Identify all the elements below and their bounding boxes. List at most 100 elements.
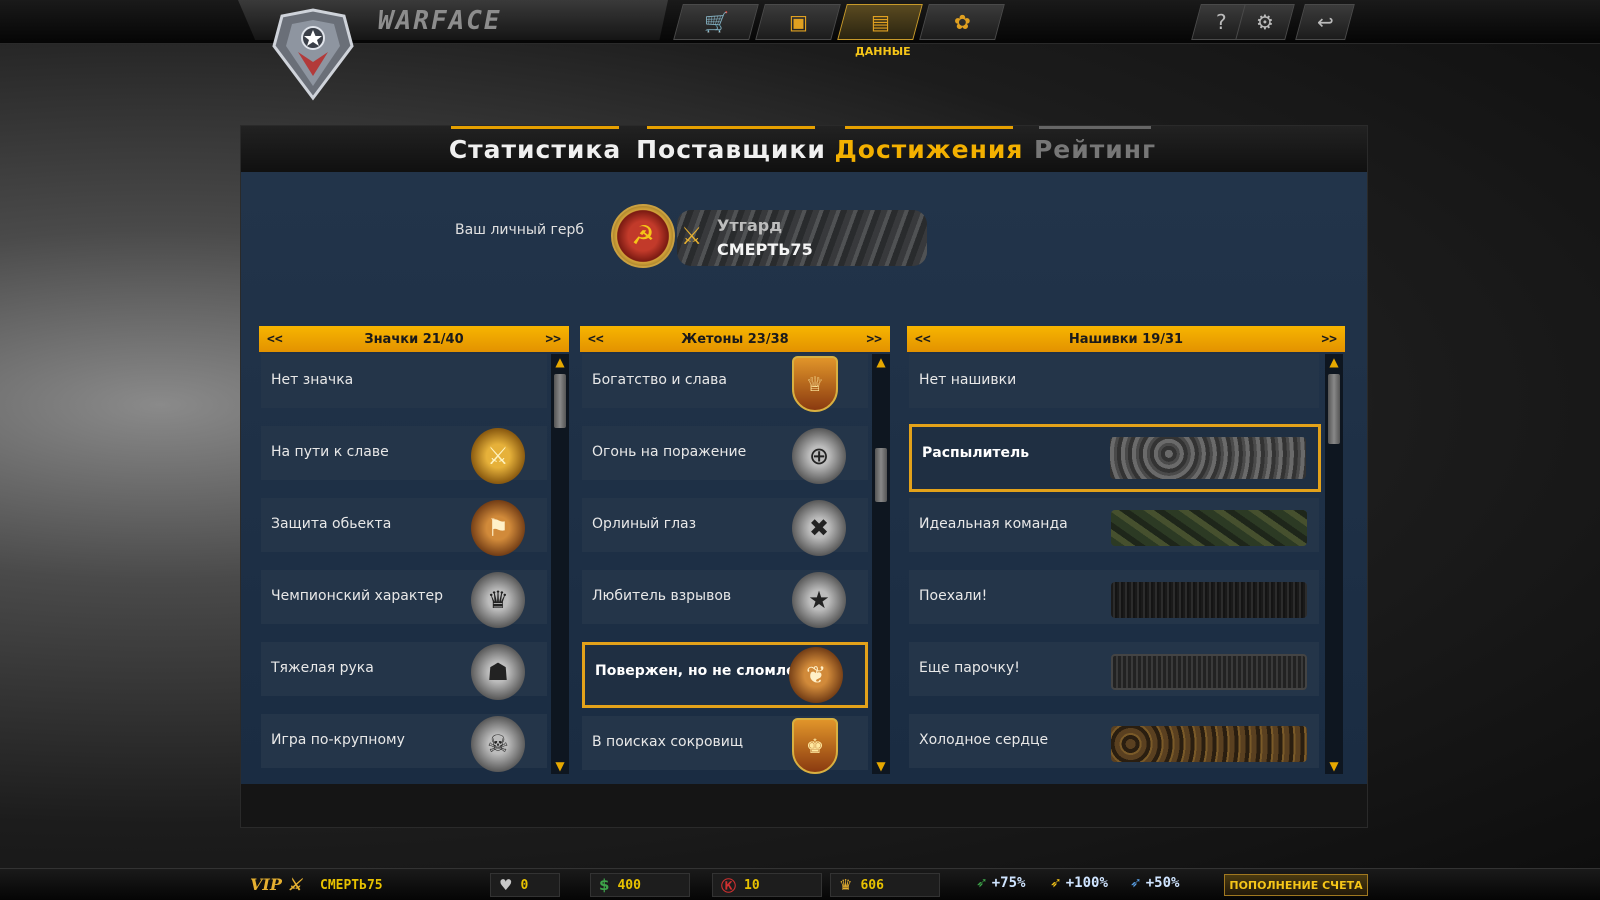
vip-badge: VIP ⚔ [250, 875, 302, 894]
xp-bonus-value: +75% [991, 875, 1026, 891]
scroll-up-icon[interactable]: ▲ [553, 356, 567, 368]
item-name: Тяжелая рука [271, 660, 374, 676]
heart-shield-icon: ♥ [499, 876, 513, 894]
metal-stripe-icon [1111, 654, 1307, 690]
list-item[interactable]: Любитель взрывов ★ [582, 570, 868, 628]
item-name: Повержен, но не сломлен [595, 663, 806, 679]
tab-bar: Статистика Поставщики Достижения Рейтинг [241, 126, 1367, 172]
active-section-label: ДАННЫЕ [855, 45, 911, 58]
exit-button[interactable]: ↩ [1295, 4, 1355, 40]
badges-header: << Значки 21/40 >> [259, 326, 569, 352]
money-value: 400 [617, 877, 641, 893]
scroll-thumb[interactable] [554, 374, 566, 428]
medals-value: 0 [520, 877, 529, 893]
data-button[interactable]: ▤ [837, 4, 923, 40]
item-name: Защита обьекта [271, 516, 392, 532]
xp-bonus: ➶ +75% [976, 875, 1025, 891]
medals-counter: ♥ 0 [490, 873, 560, 897]
crossed-swords-icon: ⚔ [681, 222, 703, 250]
badges-title: Значки 21/40 [364, 331, 464, 347]
money-counter: $ 400 [590, 873, 690, 897]
crosshair-icon: ⊕ [792, 428, 846, 484]
stripes-prev-button[interactable]: << [915, 332, 931, 347]
scroll-up-icon[interactable]: ▲ [874, 356, 888, 368]
item-name: Нет значка [271, 372, 354, 388]
list-item[interactable]: Игра по-крупному ☠ [261, 714, 547, 772]
list-item[interactable]: Идеальная команда [909, 498, 1319, 552]
stripes-next-button[interactable]: >> [1321, 332, 1337, 347]
list-item[interactable]: В поисках сокровищ ♚ [582, 716, 868, 774]
list-item[interactable]: Поехали! [909, 570, 1319, 624]
shop-button[interactable]: 🛒 [673, 4, 759, 40]
vp-arrow-icon: ➶ [1130, 875, 1142, 891]
tokens-title: Жетоны 23/38 [681, 331, 789, 347]
scroll-thumb[interactable] [1328, 374, 1340, 444]
stripes-column: << Нашивки 19/31 >> Нет нашивки Распылит… [907, 326, 1347, 786]
badges-column: << Значки 21/40 >> Нет значка На пути к … [259, 326, 569, 786]
hammer-sickle-badge-icon: ☭ [611, 204, 675, 268]
item-name: Огонь на поражение [592, 444, 747, 460]
badges-list: Нет значка На пути к славе ⚔ Защита обье… [259, 354, 549, 774]
tokens-prev-button[interactable]: << [588, 332, 604, 347]
crown-icon: ♛ [839, 876, 853, 894]
flower-icon: ✿ [953, 10, 971, 34]
list-item[interactable]: Защита обьекта ⚑ [261, 498, 547, 556]
asphalt-stripe-icon [1111, 582, 1307, 618]
lions-sword-icon: ⚔ [471, 428, 525, 484]
stripes-header: << Нашивки 19/31 >> [907, 326, 1345, 352]
list-item[interactable]: Богатство и слава ♕ [582, 354, 868, 412]
settings-button[interactable]: ⚙ [1235, 4, 1295, 40]
item-name: Игра по-крупному [271, 732, 405, 748]
tokens-column: << Жетоны 23/38 >> Богатство и слава ♕ О… [580, 326, 890, 786]
xp-arrow-icon: ➶ [976, 875, 988, 891]
tokens-next-button[interactable]: >> [866, 332, 882, 347]
inventory-button[interactable]: ▣ [755, 4, 841, 40]
player-nick-text: СМЕРТЬ75 [320, 877, 383, 893]
trophy-icon: ♛ [471, 572, 525, 628]
badges-prev-button[interactable]: << [267, 332, 283, 347]
clan-button[interactable]: ✿ [919, 4, 1005, 40]
badges-next-button[interactable]: >> [545, 332, 561, 347]
tab-achievements[interactable]: Достижения [835, 126, 1022, 170]
crest-nickname: СМЕРТЬ75 [717, 240, 813, 259]
rock-stripe-icon [1110, 437, 1306, 479]
list-item[interactable]: Еще парочку! [909, 642, 1319, 696]
list-item[interactable]: Холодное сердце [909, 714, 1319, 768]
vp-bonus: ➶ +50% [1130, 875, 1179, 891]
badges-scrollbar[interactable]: ▲ ▼ [551, 354, 569, 774]
item-name: В поисках сокровищ [592, 734, 744, 750]
personal-crest: ☭ ⚔ Утгард СМЕРТЬ75 [611, 200, 931, 272]
crossed-medal-icon: ✖ [792, 500, 846, 556]
dollar-icon: $ [599, 876, 610, 894]
list-item[interactable]: На пути к славе ⚔ [261, 426, 547, 484]
scroll-down-icon[interactable]: ▼ [874, 760, 888, 772]
tokens-scrollbar[interactable]: ▲ ▼ [872, 354, 890, 774]
scroll-thumb[interactable] [875, 448, 887, 502]
crowned-shield-icon: ♕ [792, 356, 838, 412]
tokens-header: << Жетоны 23/38 >> [580, 326, 890, 352]
tab-statistics[interactable]: Статистика [449, 126, 620, 170]
list-item-selected[interactable]: Распылитель [909, 424, 1321, 492]
scroll-down-icon[interactable]: ▼ [1327, 760, 1341, 772]
list-item[interactable]: Чемпионский характер ♛ [261, 570, 547, 628]
tab-suppliers[interactable]: Поставщики [636, 126, 825, 170]
list-item[interactable]: Огонь на поражение ⊕ [582, 426, 868, 484]
vip-label: VIP [250, 875, 282, 894]
scroll-down-icon[interactable]: ▼ [553, 760, 567, 772]
list-item[interactable]: Нет нашивки [909, 354, 1319, 408]
item-name: Идеальная команда [919, 516, 1068, 532]
top-up-button[interactable]: ПОПОЛНЕНИЕ СЧЕТА [1224, 874, 1368, 896]
eagle-icon: ❦ [789, 647, 843, 703]
list-item[interactable]: Нет значка [261, 354, 547, 408]
item-name: Орлиный глаз [592, 516, 697, 532]
data-panel: Статистика Поставщики Достижения Рейтинг… [240, 125, 1368, 828]
stripes-scrollbar[interactable]: ▲ ▼ [1325, 354, 1343, 774]
scroll-up-icon[interactable]: ▲ [1327, 356, 1341, 368]
crowned-crest-icon: ♚ [792, 718, 838, 774]
tab-rating[interactable]: Рейтинг [1034, 126, 1155, 170]
list-item[interactable]: Орлиный глаз ✖ [582, 498, 868, 556]
item-name: Холодное сердце [919, 732, 1049, 748]
beast-shield-icon: ☠ [471, 716, 525, 772]
list-item-selected[interactable]: Повержен, но не сломлен ❦ [582, 642, 868, 708]
list-item[interactable]: Тяжелая рука ☗ [261, 642, 547, 700]
